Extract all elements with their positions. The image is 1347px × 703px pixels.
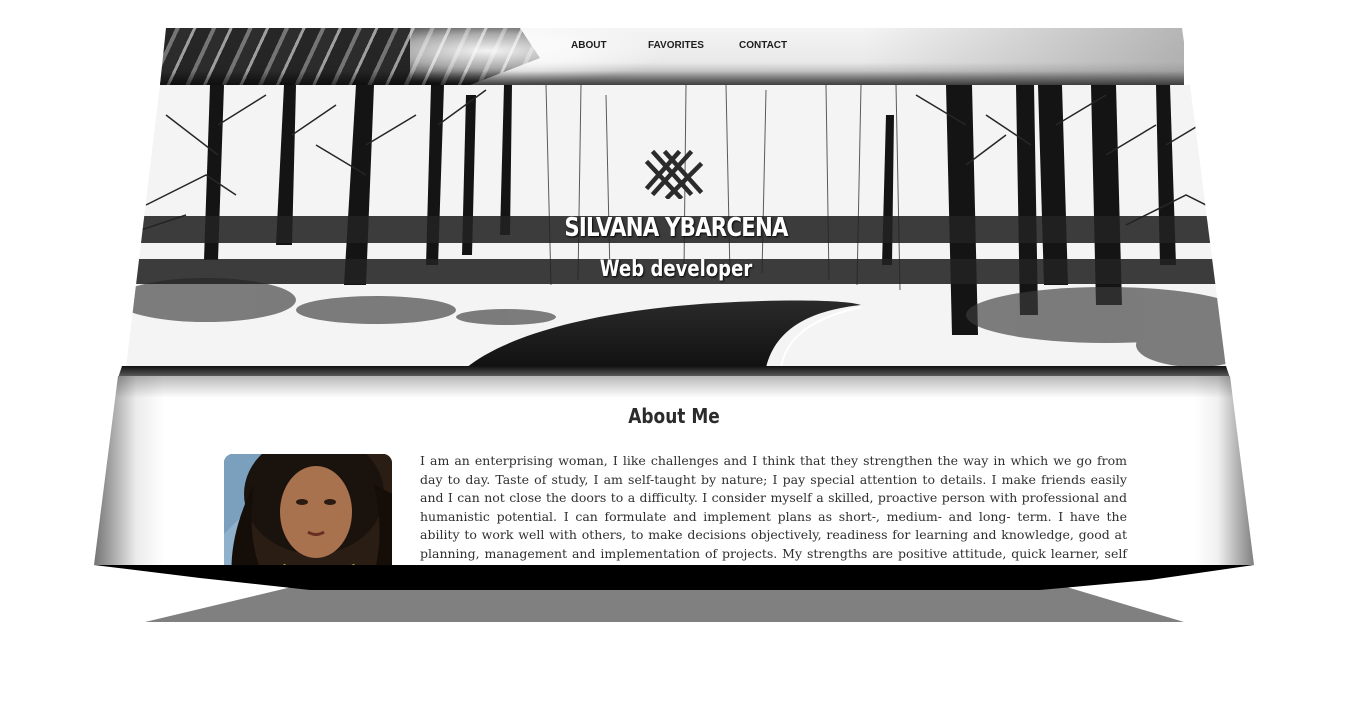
profile-photo <box>224 454 392 565</box>
about-paragraph: I am an enterprising woman, I like chall… <box>420 453 1127 565</box>
top-navigation: ABOUT FAVORITES CONTACT <box>160 28 1184 85</box>
nav-link-favorites[interactable]: FAVORITES <box>648 40 704 51</box>
crosshatch-logo-icon <box>644 149 704 199</box>
about-title: About Me <box>628 404 720 428</box>
hero-name: SILVANA YBARCENA <box>564 213 788 243</box>
hero-role: Web developer <box>599 257 753 282</box>
hero-banner: SILVANA YBARCENA Web developer <box>126 85 1226 368</box>
about-description: I am an enterprising woman, I like chall… <box>420 452 1127 565</box>
nav-link-about[interactable]: ABOUT <box>571 40 607 51</box>
about-section: About Me I am an enterprising woman, I l… <box>94 376 1254 565</box>
nav-shade-bottom <box>160 71 1184 85</box>
nav-link-contact[interactable]: CONTACT <box>739 40 787 51</box>
about-shade <box>94 376 1254 398</box>
